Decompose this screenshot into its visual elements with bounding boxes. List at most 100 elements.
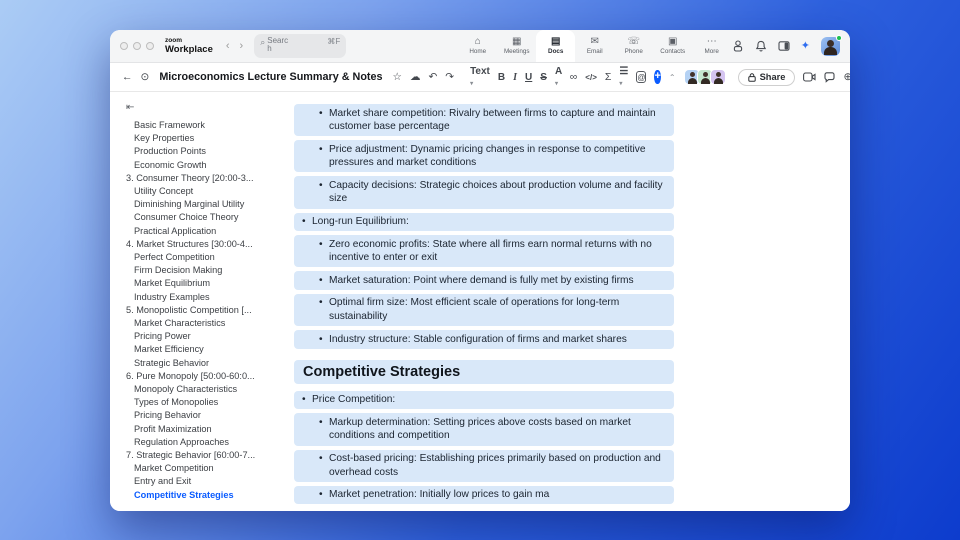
logo-line2: Workplace (165, 44, 213, 55)
tab-phone[interactable]: ☏ Phone (614, 30, 653, 62)
sidebar-item[interactable]: Types of Monopolies (126, 396, 282, 409)
insert-plus-button[interactable]: + (654, 70, 661, 84)
tab-contacts[interactable]: ▣ Contacts (653, 30, 692, 62)
section-heading: Competitive Strategies (294, 359, 674, 384)
sidebar-item[interactable]: Market Competition (126, 462, 282, 475)
sidebar-item[interactable]: Market Efficiency (126, 343, 282, 356)
bullet-row[interactable]: • Markup determination: Setting prices ab… (294, 413, 674, 446)
sidebar-item[interactable]: 6. Pure Monopoly [50:00-60:0... (126, 370, 282, 383)
sidebar-item[interactable]: Competitive Strategies (126, 489, 282, 502)
sidebar-item[interactable]: 7. Strategic Behavior [60:00-7... (126, 449, 282, 462)
sidebar-item[interactable]: Basic Framework (126, 119, 282, 132)
collaborator-avatar[interactable] (709, 69, 726, 85)
sidebar-item[interactable]: Strategic Behavior (126, 357, 282, 370)
sidebar-item[interactable]: Utility Concept (126, 185, 282, 198)
strikethrough-icon[interactable]: S (540, 72, 547, 83)
user-avatar[interactable] (821, 34, 842, 56)
sidebar-item[interactable]: Entry and Exit (126, 475, 282, 488)
bullet-text: Market share competition: Rivalry betwee… (329, 107, 656, 133)
tab-meetings[interactable]: ▦ Meetings (497, 30, 536, 62)
back-icon[interactable]: ← (122, 71, 133, 83)
sidebar-item[interactable]: Economic Growth (126, 159, 282, 172)
video-call-icon[interactable] (803, 72, 817, 82)
code-icon[interactable]: </> (585, 72, 597, 83)
bullet-row[interactable]: • Optimal firm size: Most efficient scale… (294, 293, 674, 327)
share-button[interactable]: Share (737, 68, 796, 86)
bullet-row[interactable]: • Price adjustment: Dynamic pricing chang… (294, 140, 674, 173)
chat-icon[interactable] (824, 71, 836, 83)
bullet-row[interactable]: • Market share competition: Rivalry betwe… (294, 104, 674, 137)
sidebar-item[interactable]: Pricing Behavior (126, 409, 282, 422)
bullet-dot: • (319, 107, 323, 119)
comment-icon[interactable]: @ (636, 71, 647, 83)
sidebar-item[interactable]: Regulation Approaches (126, 436, 282, 449)
sidebar-item[interactable]: Practical Application (126, 225, 282, 238)
bullet-row[interactable]: • Market saturation: Point where demand i… (294, 271, 674, 290)
text-style-dropdown[interactable]: Text ▾ (470, 66, 490, 88)
link-icon[interactable]: ∞ (570, 71, 578, 83)
sidebar-item[interactable]: Industry Examples (126, 291, 282, 304)
sidebar-item[interactable]: Diminishing Marginal Utility (126, 198, 282, 211)
bullet-dot: • (319, 416, 323, 428)
bullet-text: Capacity decisions: Strategic choices ab… (329, 179, 663, 205)
outline-sidebar: ⇤ Basic Framework Key Properties Productio… (110, 92, 286, 511)
zoom-workplace-window: zoom Workplace ‹ › ⌕ Search ⌘F ⌂ Home ▦ Mee… (110, 30, 850, 511)
sidebar-item[interactable]: Consumer Choice Theory (126, 211, 282, 224)
bullet-row[interactable]: • Market penetration: Initially low price… (294, 485, 674, 505)
outline-list: Basic Framework Key Properties Production … (126, 119, 282, 502)
panel-toggle-icon[interactable] (778, 40, 790, 52)
sidebar-item[interactable]: 5. Monopolistic Competition [... (126, 304, 282, 317)
bullet-row[interactable]: • Long-run Equilibrium: (294, 212, 674, 232)
window-minimize-button[interactable] (133, 42, 141, 50)
tab-home[interactable]: ⌂ Home (458, 30, 497, 62)
sidebar-item[interactable]: Market Equilibrium (126, 277, 282, 290)
bullet-text: Price Competition: (312, 394, 396, 406)
nav-forward-button[interactable]: › (240, 40, 244, 52)
align-icon[interactable]: ☰ ▾ (619, 66, 628, 88)
sidebar-item[interactable]: 4. Market Structures [30:00-4... (126, 238, 282, 251)
docs-home-icon[interactable]: ⊙ (141, 71, 150, 83)
tab-label: Email (586, 48, 603, 55)
sidebar-item[interactable]: Production Points (126, 145, 282, 158)
favorite-star-icon[interactable]: ☆ (393, 71, 402, 83)
window-zoom-button[interactable] (146, 42, 154, 50)
sidebar-item[interactable]: Perfect Competition (126, 251, 282, 264)
docs-icon: ▤ (550, 36, 561, 47)
tab-more[interactable]: ⋯ More (692, 30, 731, 62)
search-input[interactable]: ⌕ Search ⌘F (254, 34, 347, 58)
bullet-row[interactable]: • Industry structure: Stable configuratio… (294, 330, 674, 349)
sidebar-item[interactable]: Profit Maximization (126, 423, 282, 436)
window-close-button[interactable] (120, 42, 128, 50)
document-title: Microeconomics Lecture Summary & Notes (159, 71, 383, 83)
sidebar-item[interactable]: Firm Decision Making (126, 264, 282, 277)
bullet-text: Price adjustment: Dynamic pricing change… (329, 143, 646, 169)
tab-email[interactable]: ✉ Email (575, 30, 614, 62)
bullet-text: Zero economic profits: State where all f… (329, 238, 652, 264)
bold-icon[interactable]: B (498, 72, 505, 83)
collapse-outline-icon[interactable]: ⇤ (126, 102, 282, 113)
more-icon: ⋯ (706, 36, 717, 47)
notifications-bell-icon[interactable] (755, 40, 767, 52)
sidebar-item[interactable]: Market Characteristics (126, 317, 282, 330)
bullet-row[interactable]: • Zero economic profits: State where all … (294, 235, 674, 268)
bullet-row[interactable]: • Cost-based pricing: Establishing prices… (294, 449, 674, 482)
globe-icon[interactable]: ⊕ (843, 71, 850, 83)
nav-back-button[interactable]: ‹ (226, 40, 230, 52)
bullet-row[interactable]: • Price Competition: (294, 390, 674, 410)
sidebar-item[interactable]: 3. Consumer Theory [20:00-3... (126, 172, 282, 185)
sidebar-item[interactable]: Pricing Power (126, 330, 282, 343)
assistant-icon[interactable] (732, 40, 744, 52)
bullet-row[interactable]: • Capacity decisions: Strategic choices a… (294, 176, 674, 209)
collapse-toolbar-icon[interactable]: ⌃ (669, 73, 676, 82)
underline-icon[interactable]: U (525, 72, 532, 83)
sidebar-item[interactable]: Key Properties (126, 132, 282, 145)
undo-icon[interactable]: ↶ (428, 71, 437, 83)
text-color-icon[interactable]: A ▾ (555, 66, 562, 88)
tab-docs[interactable]: ▤ Docs (536, 30, 576, 62)
bullet-text: Optimal firm size: Most efficient scale … (329, 297, 620, 323)
ai-companion-icon[interactable]: ✦ (801, 40, 810, 52)
italic-icon[interactable]: I (513, 72, 517, 83)
sidebar-item[interactable]: Monopoly Characteristics (126, 383, 282, 396)
redo-icon[interactable]: ↷ (445, 71, 454, 83)
formula-icon[interactable]: Σ (605, 71, 612, 83)
